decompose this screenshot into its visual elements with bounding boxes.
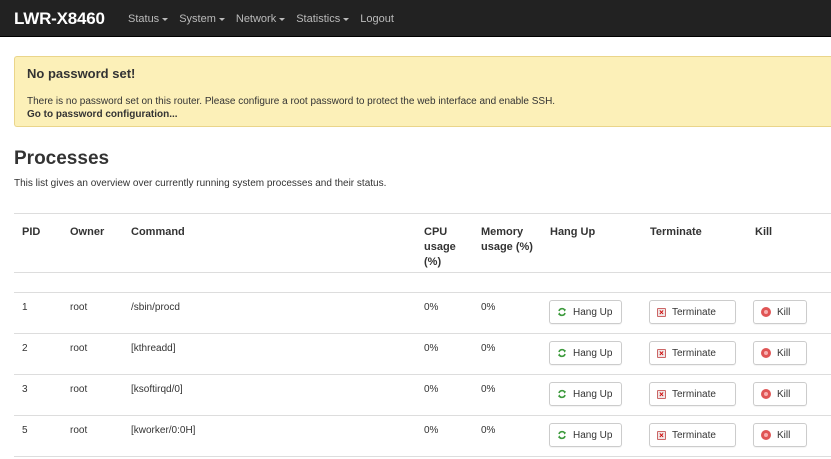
refresh-icon	[557, 348, 567, 358]
header-cpu: CPU usage (%)	[424, 226, 456, 268]
page-description: This list gives an overview over current…	[14, 178, 387, 189]
nav-statistics-label: Statistics	[296, 13, 341, 25]
chevron-down-icon	[218, 17, 225, 21]
header-kill: Kill	[755, 226, 773, 238]
nav-status-label: Status	[128, 13, 160, 25]
header-owner: Owner	[70, 226, 105, 238]
close-box-icon: ×	[657, 389, 666, 399]
nav-statistics[interactable]: Statistics	[296, 13, 350, 25]
table-row: 2 root [kthreadd] 0% 0% Hang Up × Termin…	[14, 334, 831, 375]
nav-logout-label: Logout	[360, 13, 394, 25]
chevron-down-icon	[162, 17, 169, 21]
refresh-icon	[557, 430, 567, 440]
hang-up-label: Hang Up	[573, 429, 613, 441]
terminate-label: Terminate	[672, 429, 716, 441]
header-command: Command	[131, 226, 185, 238]
terminate-button[interactable]: × Terminate	[649, 382, 736, 406]
memory-cell: 0%	[481, 302, 496, 313]
close-box-icon: ×	[657, 348, 666, 358]
memory-cell: 0%	[481, 425, 496, 436]
terminate-label: Terminate	[672, 306, 716, 318]
refresh-icon	[557, 389, 567, 399]
nav-system-label: System	[179, 13, 216, 25]
process-table: PID Owner Command CPU usage (%) Memory u…	[14, 213, 831, 457]
header-memory: Memory usage (%)	[481, 226, 533, 253]
terminate-label: Terminate	[672, 347, 716, 359]
kill-label: Kill	[777, 429, 791, 441]
kill-button[interactable]: Kill	[753, 423, 807, 447]
pid-cell: 2	[22, 343, 28, 354]
cpu-cell: 0%	[424, 343, 439, 354]
hang-up-label: Hang Up	[573, 388, 613, 400]
table-row: 1 root /sbin/procd 0% 0% Hang Up × Termi…	[14, 293, 831, 334]
brand-title[interactable]: LWR-X8460	[14, 9, 105, 29]
hang-up-button[interactable]: Hang Up	[549, 423, 622, 447]
owner-cell: root	[70, 384, 88, 395]
memory-cell: 0%	[481, 384, 496, 395]
cpu-cell: 0%	[424, 302, 439, 313]
close-box-icon: ×	[657, 430, 666, 440]
chevron-down-icon	[343, 17, 350, 21]
table-spacer	[14, 273, 831, 293]
command-cell: [ksoftirqd/0]	[131, 384, 183, 395]
table-row: 5 root [kworker/0:0H] 0% 0% Hang Up × Te…	[14, 416, 831, 457]
table-row: 3 root [ksoftirqd/0] 0% 0% Hang Up × Ter…	[14, 375, 831, 416]
cpu-cell: 0%	[424, 384, 439, 395]
kill-button[interactable]: Kill	[753, 382, 807, 406]
memory-cell: 0%	[481, 343, 496, 354]
cpu-cell: 0%	[424, 425, 439, 436]
stop-circle-icon	[761, 348, 771, 358]
no-password-alert: No password set! There is no password se…	[14, 56, 831, 127]
kill-button[interactable]: Kill	[753, 341, 807, 365]
nav-network-label: Network	[235, 13, 277, 25]
kill-label: Kill	[777, 306, 791, 318]
refresh-icon	[557, 307, 567, 317]
nav-system[interactable]: System	[179, 13, 225, 25]
hang-up-button[interactable]: Hang Up	[549, 341, 622, 365]
alert-title: No password set!	[27, 66, 136, 81]
terminate-button[interactable]: × Terminate	[649, 423, 736, 447]
command-cell: [kworker/0:0H]	[131, 425, 196, 436]
alert-text: There is no password set on this router.…	[27, 96, 556, 107]
header-pid: PID	[22, 226, 41, 238]
nav-status[interactable]: Status	[128, 13, 169, 25]
table-header-row: PID Owner Command CPU usage (%) Memory u…	[14, 214, 831, 273]
terminate-label: Terminate	[672, 388, 716, 400]
stop-circle-icon	[761, 430, 771, 440]
hang-up-label: Hang Up	[573, 347, 613, 359]
kill-label: Kill	[777, 388, 791, 400]
close-box-icon: ×	[657, 307, 666, 317]
header-terminate: Terminate	[650, 226, 702, 238]
owner-cell: root	[70, 302, 88, 313]
page-title: Processes	[14, 148, 110, 169]
main-nav: Status System Network Statistics Logout	[128, 13, 405, 25]
stop-circle-icon	[761, 307, 771, 317]
owner-cell: root	[70, 343, 88, 354]
terminate-button[interactable]: × Terminate	[649, 300, 736, 324]
command-cell: /sbin/procd	[131, 302, 180, 313]
hang-up-button[interactable]: Hang Up	[549, 382, 622, 406]
nav-logout[interactable]: Logout	[360, 13, 394, 25]
hang-up-label: Hang Up	[573, 306, 613, 318]
header-hangup: Hang Up	[550, 226, 596, 238]
stop-circle-icon	[761, 389, 771, 399]
owner-cell: root	[70, 425, 88, 436]
kill-button[interactable]: Kill	[753, 300, 807, 324]
password-config-link[interactable]: Go to password configuration...	[27, 109, 178, 120]
pid-cell: 5	[22, 425, 28, 436]
kill-label: Kill	[777, 347, 791, 359]
command-cell: [kthreadd]	[131, 343, 176, 354]
nav-network[interactable]: Network	[235, 13, 286, 25]
hang-up-button[interactable]: Hang Up	[549, 300, 622, 324]
chevron-down-icon	[279, 17, 286, 21]
navbar: LWR-X8460 Status System Network Statisti…	[0, 0, 831, 37]
pid-cell: 3	[22, 384, 28, 395]
pid-cell: 1	[22, 302, 28, 313]
terminate-button[interactable]: × Terminate	[649, 341, 736, 365]
